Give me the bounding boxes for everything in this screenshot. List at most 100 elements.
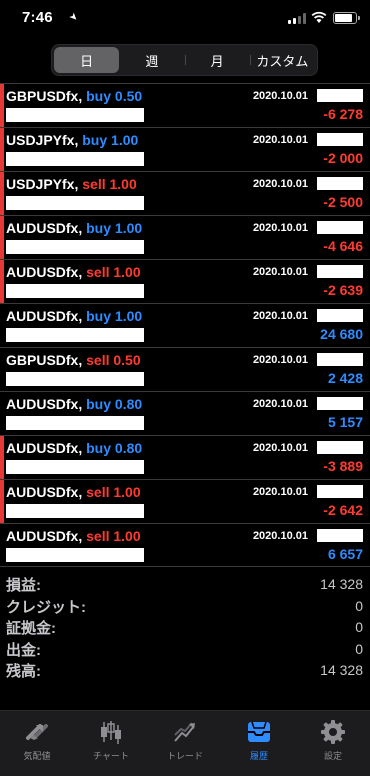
deal-side-volume: buy 1.00 (86, 220, 143, 236)
deal-side-volume: sell 1.00 (82, 176, 137, 192)
deal-side-volume: sell 0.50 (86, 352, 141, 368)
redacted-block (317, 309, 363, 322)
deal-date: 2020.10.01 (252, 486, 308, 498)
deal-row[interactable]: AUDUSDfx, buy 0.80 2020.10.01 -3 889 (0, 435, 370, 479)
tabbar-settings[interactable]: 設定 (296, 711, 370, 776)
deal-row[interactable]: AUDUSDfx, buy 1.00 2020.10.01 -4 646 (0, 215, 370, 259)
summary-value: 14 328 (320, 576, 363, 592)
tabbar-label: 履歴 (249, 751, 268, 761)
summary-label: 損益: (6, 577, 41, 594)
summary-label: 証拠金: (6, 620, 56, 637)
summary-value: 14 328 (320, 662, 363, 678)
status-bar: 7:46 ➤ (0, 0, 370, 38)
redacted-block (6, 328, 144, 342)
tab-week[interactable]: 週 (119, 47, 184, 73)
redacted-block (317, 441, 363, 454)
redacted-block (317, 177, 363, 190)
chart-icon (101, 721, 121, 744)
deal-row[interactable]: GBPUSDfx, sell 0.50 2020.10.01 2 428 (0, 347, 370, 391)
tab-custom[interactable]: カスタム (249, 47, 315, 73)
deal-date: 2020.10.01 (252, 354, 308, 366)
tabbar-label: チャート (93, 751, 129, 761)
deal-row[interactable]: AUDUSDfx, sell 1.00 2020.10.01 -2 642 (0, 479, 370, 523)
deal-side-volume: buy 0.80 (86, 396, 143, 412)
redacted-block (317, 265, 363, 278)
deal-row[interactable]: AUDUSDfx, sell 1.00 2020.10.01 -2 639 (0, 259, 370, 303)
redacted-block (317, 397, 363, 410)
status-time: 7:46 (22, 9, 53, 26)
deal-profit: 2 428 (327, 370, 363, 386)
deal-date: 2020.10.01 (252, 178, 308, 190)
deal-date: 2020.10.01 (252, 398, 308, 410)
deal-row[interactable]: AUDUSDfx, buy 0.80 2020.10.01 5 157 (0, 391, 370, 435)
deal-row[interactable]: AUDUSDfx, buy 1.00 2020.10.01 24 680 (0, 303, 370, 347)
summary-value: 0 (355, 597, 363, 614)
deal-side-volume: sell 1.00 (86, 264, 141, 280)
deal-symbol: AUDUSDfx, (6, 396, 83, 412)
deal-symbol: GBPUSDfx, (6, 352, 83, 368)
deal-side-volume: buy 1.00 (82, 132, 139, 148)
deal-profit: -2 000 (323, 150, 363, 166)
redacted-block (6, 108, 144, 122)
deal-title: AUDUSDfx, buy 1.00 (6, 220, 142, 236)
battery-icon (333, 12, 360, 24)
deal-profit: -2 500 (323, 194, 363, 210)
summary-row: 損益: 14 328 (0, 573, 370, 595)
quotes-icon (26, 724, 48, 740)
tabbar-trade[interactable]: トレード (148, 711, 222, 776)
redacted-block (6, 504, 144, 518)
summary-row: クレジット: 0 (0, 595, 370, 617)
deal-side-volume: buy 0.80 (86, 440, 143, 456)
deal-side-volume: sell 1.00 (86, 484, 141, 500)
tab-day[interactable]: 日 (54, 47, 120, 73)
deal-date: 2020.10.01 (252, 90, 308, 102)
deal-title: USDJPYfx, sell 1.00 (6, 176, 137, 192)
tabbar-chart[interactable]: チャート (74, 711, 148, 776)
trade-icon (174, 722, 195, 742)
deal-title: AUDUSDfx, buy 0.80 (6, 440, 142, 456)
summary-label: 出金: (6, 641, 41, 659)
deal-title: GBPUSDfx, sell 0.50 (6, 352, 141, 368)
wifi-icon (311, 11, 327, 23)
deal-symbol: AUDUSDfx, (6, 484, 83, 500)
deal-side-volume: buy 1.00 (86, 308, 143, 324)
summary-row: 証拠金: 0 (0, 616, 370, 638)
deal-date: 2020.10.01 (252, 530, 308, 542)
summary-value: 0 (355, 619, 363, 635)
account-summary: 損益: 14 328 クレジット: 0 証拠金: 0 出金: 0 残高: 14 328 (0, 573, 370, 681)
redacted-block (317, 353, 363, 366)
deal-side-volume: sell 1.00 (86, 528, 141, 544)
deal-profit: -2 639 (323, 282, 363, 298)
tabbar-history[interactable]: 履歴 (222, 711, 296, 776)
settings-icon (321, 720, 345, 744)
redacted-block (317, 133, 363, 146)
deal-row[interactable]: AUDUSDfx, sell 1.00 2020.10.01 6 657 (0, 523, 370, 567)
deal-date: 2020.10.01 (252, 134, 308, 146)
deal-title: GBPUSDfx, buy 0.50 (6, 88, 142, 104)
deal-row[interactable]: USDJPYfx, sell 1.00 2020.10.01 -2 500 (0, 171, 370, 215)
tabbar-label: 設定 (323, 751, 342, 761)
redacted-block (6, 284, 144, 298)
tabbar-label: 気配値 (23, 751, 51, 761)
summary-value: 0 (355, 640, 363, 657)
redacted-block (317, 529, 363, 542)
deal-symbol: AUDUSDfx, (6, 440, 83, 456)
deal-list: GBPUSDfx, buy 0.50 2020.10.01 -6 278 USDJPY… (0, 83, 370, 567)
deal-date: 2020.10.01 (252, 222, 308, 234)
deal-title: AUDUSDfx, buy 1.00 (6, 308, 142, 324)
redacted-block (6, 460, 144, 474)
location-arrow-icon: ➤ (66, 10, 81, 25)
deal-date: 2020.10.01 (252, 266, 308, 278)
deal-title: USDJPYfx, buy 1.00 (6, 132, 138, 148)
deal-date: 2020.10.01 (252, 310, 308, 322)
tab-month[interactable]: 月 (184, 47, 250, 73)
deal-row[interactable]: GBPUSDfx, buy 0.50 2020.10.01 -6 278 (0, 83, 370, 127)
bottom-tab-bar: 気配値 チャート トレード 履歴 設定 (0, 710, 370, 776)
summary-label: 残高: (6, 663, 41, 680)
tabbar-quotes[interactable]: 気配値 (0, 711, 74, 776)
redacted-block (317, 485, 363, 498)
deal-title: AUDUSDfx, sell 1.00 (6, 264, 141, 280)
deal-row[interactable]: USDJPYfx, buy 1.00 2020.10.01 -2 000 (0, 127, 370, 171)
deal-profit: -3 889 (323, 458, 363, 474)
redacted-block (6, 196, 144, 210)
